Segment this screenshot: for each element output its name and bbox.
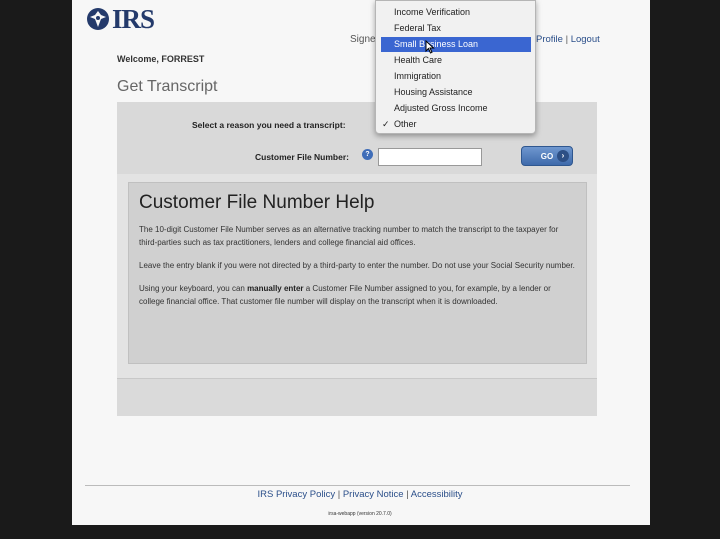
help-paragraph: Using your keyboard, you can manually en… [139, 282, 576, 308]
page-title: Get Transcript [117, 78, 218, 95]
go-button[interactable]: GO › [521, 146, 573, 166]
footer-links: IRS Privacy Policy | Privacy Notice | Ac… [0, 489, 720, 500]
reason-option-small-business-loan[interactable]: Small Business Loan [381, 37, 531, 52]
customer-file-number-label: Customer File Number: [255, 152, 349, 162]
top-links: Profile | Logout [536, 34, 600, 45]
customer-file-number-help-box: Customer File Number Help The 10-digit C… [128, 182, 587, 364]
logo-text: IRS [112, 3, 155, 34]
form-panel-footer [117, 378, 597, 416]
reason-option-label: Other [394, 119, 417, 129]
mouse-pointer-icon [425, 40, 435, 54]
footer-divider [85, 485, 630, 486]
accessibility-link[interactable]: Accessibility [411, 489, 463, 500]
privacy-notice-link[interactable]: Privacy Notice [343, 489, 404, 500]
reason-option-federal-tax[interactable]: Federal Tax [376, 21, 535, 36]
go-button-label: GO [540, 151, 554, 161]
reason-option-health-care[interactable]: Health Care [376, 53, 535, 68]
help-paragraph: The 10-digit Customer File Number serves… [139, 225, 559, 247]
irs-logo[interactable]: IRS [86, 3, 155, 34]
help-text: Using your keyboard, you can [139, 284, 248, 293]
reason-label: Select a reason you need a transcript: [192, 120, 346, 130]
welcome-message: Welcome, FORREST [117, 54, 205, 64]
go-arrow-icon: › [557, 150, 569, 162]
reason-option-immigration[interactable]: Immigration [376, 69, 535, 84]
irs-eagle-icon [87, 8, 109, 30]
customer-file-number-input[interactable] [378, 148, 482, 166]
profile-link[interactable]: Profile [536, 34, 563, 45]
help-text-bold: manually enter [247, 284, 304, 293]
help-paragraph: Leave the entry blank if you were not di… [139, 261, 575, 270]
version-text: irsa-webapp (version 20.7.0) [328, 511, 392, 517]
help-question-icon[interactable]: ? [362, 149, 373, 160]
reason-option-housing-assistance[interactable]: Housing Assistance [376, 85, 535, 100]
help-title: Customer File Number Help [139, 192, 375, 213]
logout-link[interactable]: Logout [571, 34, 600, 45]
privacy-policy-link[interactable]: IRS Privacy Policy [257, 489, 335, 500]
reason-option-adjusted-gross-income[interactable]: Adjusted Gross Income [376, 101, 535, 116]
checkmark-icon: ✓ [382, 119, 390, 129]
reason-option-other[interactable]: ✓ Other [376, 117, 535, 132]
reason-dropdown-menu[interactable]: Income Verification Federal Tax Small Bu… [375, 0, 536, 134]
reason-option-income-verification[interactable]: Income Verification [376, 5, 535, 20]
signed-in-text: Signe [350, 34, 376, 45]
